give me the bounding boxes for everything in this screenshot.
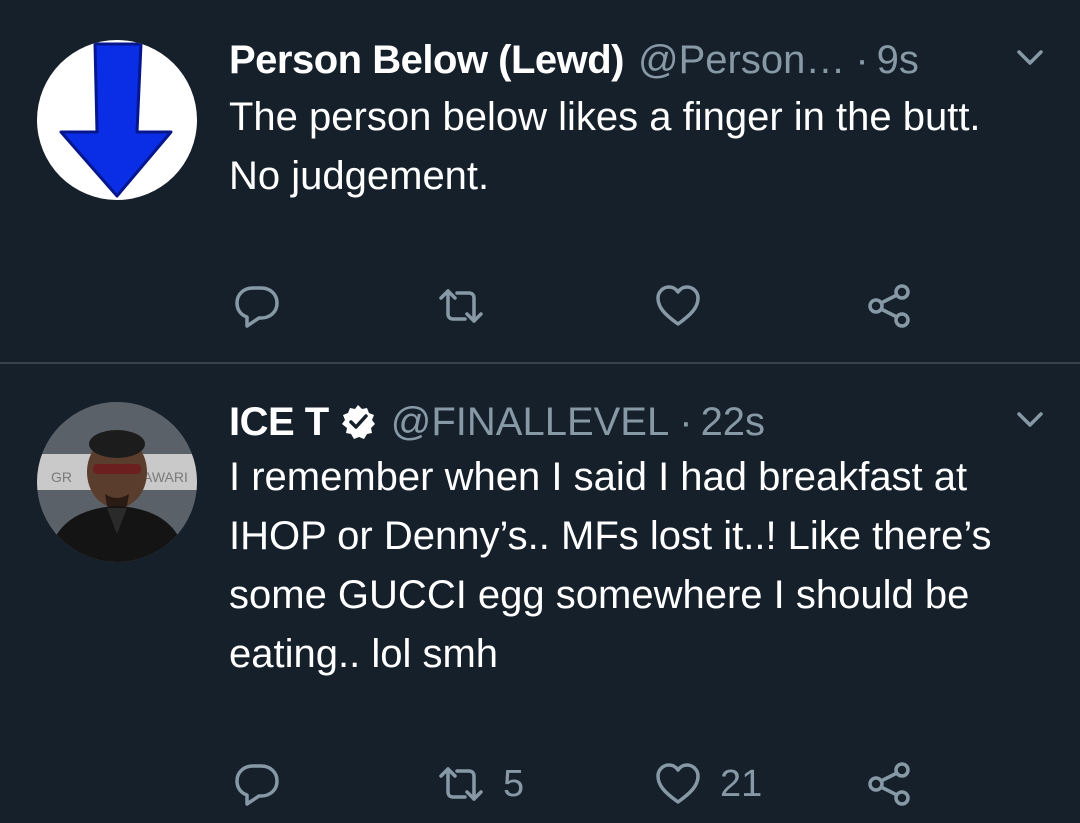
like-count: 21	[720, 762, 763, 805]
reply-icon	[235, 764, 279, 806]
retweet-icon	[439, 289, 483, 323]
chevron-down-icon[interactable]	[1016, 48, 1044, 68]
arrow-down-icon	[59, 42, 173, 198]
timestamp[interactable]: 22s	[701, 398, 766, 446]
profile-photo: GR AWARI	[37, 402, 197, 562]
display-name[interactable]: Person Below (Lewd)	[229, 36, 625, 84]
retweet-button[interactable]: 5	[437, 759, 524, 809]
tweet-header: ICE T @FINALLEVEL · 22s	[229, 398, 1044, 446]
tweet[interactable]: Person Below (Lewd) @Person… · 9s The pe…	[0, 0, 1080, 364]
display-name[interactable]: ICE T	[229, 398, 329, 446]
reply-button[interactable]	[233, 281, 281, 331]
separator-dot: ·	[855, 38, 869, 82]
chevron-down-icon[interactable]	[1016, 410, 1044, 430]
share-icon	[868, 284, 910, 328]
avatar[interactable]: GR AWARI	[37, 402, 197, 562]
like-button[interactable]: 21	[654, 759, 762, 809]
reply-icon	[235, 286, 279, 328]
share-icon	[868, 762, 910, 806]
timestamp[interactable]: 9s	[877, 36, 919, 84]
tweet-text: The person below likes a finger in the b…	[229, 95, 981, 198]
verified-badge-icon	[341, 405, 375, 439]
retweet-icon	[439, 767, 483, 801]
avatar[interactable]	[37, 40, 197, 200]
like-icon	[656, 285, 700, 326]
share-button[interactable]	[865, 281, 913, 331]
user-handle[interactable]: @Person…	[638, 36, 845, 84]
tweet-actions: 5 21	[229, 759, 949, 809]
tweet[interactable]: GR AWARI ICE T @FINALLEVEL · 22s I remem…	[0, 364, 1080, 823]
retweet-count: 5	[503, 762, 525, 805]
share-button[interactable]	[865, 759, 913, 809]
tweet-actions	[229, 281, 949, 331]
backdrop-text-left: GR	[51, 469, 72, 485]
tweet-text: I remember when I said I had breakfast a…	[229, 455, 992, 676]
tweet-header: Person Below (Lewd) @Person… · 9s	[229, 36, 1044, 84]
backdrop-text-right: AWARI	[143, 469, 188, 485]
like-button[interactable]	[654, 281, 720, 331]
reply-button[interactable]	[233, 759, 281, 809]
retweet-button[interactable]	[437, 281, 503, 331]
like-icon	[656, 763, 700, 804]
separator-dot: ·	[679, 400, 693, 444]
user-handle[interactable]: @FINALLEVEL	[391, 398, 670, 446]
